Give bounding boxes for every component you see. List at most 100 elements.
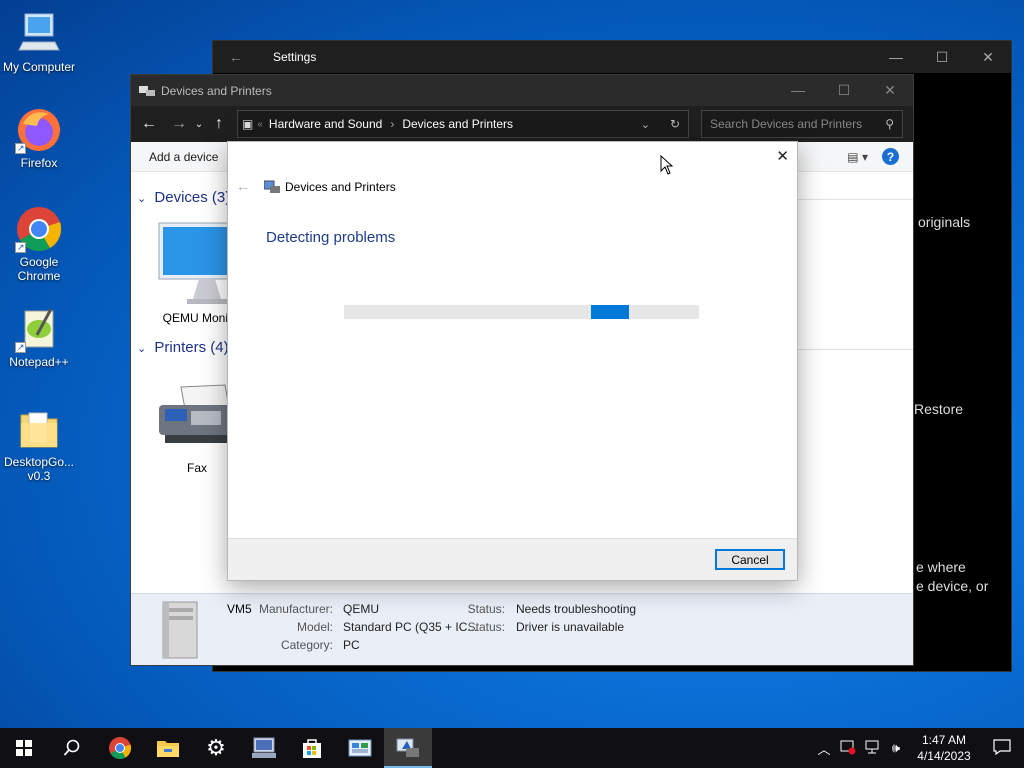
manufacturer-value: QEMU [343,602,379,616]
breadcrumb-devices-and-printers[interactable]: Devices and Printers [402,117,513,131]
shortcut-arrow-icon [15,141,26,155]
cancel-button[interactable]: Cancel [715,549,785,570]
status-value: Driver is unavailable [516,620,625,634]
search-input[interactable]: Search Devices and Printers ⚲ [701,110,903,138]
shortcut-arrow-icon [15,340,26,354]
search-icon [63,739,80,756]
file-explorer-icon [157,741,179,757]
show-hidden-icons-chevron-icon[interactable]: ︿ [812,739,836,758]
settings-text-fragment: originals [918,214,971,230]
breadcrumb-hardware-and-sound[interactable]: Hardware and Sound [269,117,382,131]
desktop-icon-label: Google Chrome [17,255,61,283]
settings-text-fragment: e device, or [916,578,989,594]
address-bar[interactable]: ▣ « Hardware and Sound › Devices and Pri… [237,110,689,138]
windows-logo-icon [16,740,32,756]
recent-locations-chevron-icon[interactable]: ⌄ [191,119,207,130]
settings-text-fragment: e where [916,559,966,575]
minimize-button[interactable]: — [873,49,919,66]
window-title: Devices and Printers [161,83,272,98]
clock-date: 4/14/2023 [917,749,971,763]
notepadpp-icon [15,305,63,354]
settings-title: Settings [273,50,317,64]
taskbar-settings[interactable]: ⚙ [192,728,240,768]
back-arrow-icon[interactable]: ← [236,178,250,194]
start-button[interactable] [0,728,48,768]
address-overflow-icon[interactable]: « [257,119,263,130]
category-label: Category: [280,638,333,652]
progress-bar [344,305,699,319]
notifications-icon[interactable] [980,738,1024,758]
shortcut-arrow-icon [15,240,26,254]
desktop-icon-label: DesktopGo... v0.3 [3,455,75,483]
status-label: Status: [467,620,505,634]
devices-group-label: Devices (3) [154,189,231,206]
model-label: Model: [296,620,333,634]
add-device-button[interactable]: Add a device [149,150,218,164]
status-label: Status: [467,602,505,616]
printers-group-label: Printers (4) [154,339,229,356]
settings-text-fragment: Restore [914,401,964,417]
chrome-icon [109,737,132,759]
device-name: VM5 [227,602,252,616]
devices-printers-icon: ▣ [242,117,254,131]
view-options-icon[interactable]: ▤ ▾ [847,150,868,164]
dialog-header: Devices and Printers [285,180,396,194]
devices-printers-icon [139,84,155,98]
desktop-icon-google-chrome[interactable]: Google Chrome [0,205,78,283]
volume-icon[interactable]: 🕪 [884,740,908,756]
desktop-icon-my-computer[interactable]: My Computer [0,10,78,74]
close-icon[interactable]: ✕ [776,147,789,165]
help-icon[interactable]: ? [882,148,899,165]
taskbar-network-app[interactable] [240,728,288,768]
refresh-icon[interactable]: ↻ [670,117,680,131]
network-icon[interactable] [860,739,884,758]
taskbar: ⚙ ︿ 🕪 1:47 AM 4/14/2023 [0,728,1024,768]
chevron-down-icon: ⌄ [137,343,147,355]
control-panel-icon [348,739,372,757]
address-dropdown-icon[interactable]: ⌄ [641,118,650,131]
printers-group-header[interactable]: ⌄ Printers (4) [137,339,229,356]
desktop-icon-label: Notepad++ [9,355,69,369]
security-alert-icon[interactable] [836,739,860,758]
desktop-icon-notepadpp[interactable]: Notepad++ [0,305,78,369]
taskbar-chrome[interactable] [96,728,144,768]
manufacturer-label: Manufacturer: [258,602,333,616]
system-tray: ︿ 🕪 1:47 AM 4/14/2023 [812,728,1024,768]
taskbar-store[interactable] [288,728,336,768]
forward-arrow-icon[interactable]: → [167,115,191,133]
folder-icon [15,405,63,453]
devices-printers-icon [263,180,280,197]
search-button[interactable] [48,728,96,768]
progress-indicator [591,305,629,319]
breadcrumb-separator-icon: › [390,117,395,131]
back-arrow-icon[interactable]: ← [213,49,259,65]
close-button[interactable]: ✕ [867,82,913,99]
clock[interactable]: 1:47 AM 4/14/2023 [908,732,980,764]
maximize-button[interactable]: ☐ [821,82,867,99]
devices-printers-icon [396,738,419,757]
category-value: PC [343,638,360,652]
chrome-icon [15,205,63,254]
up-arrow-icon[interactable]: ↑ [207,115,231,133]
troubleshooter-dialog: ✕ ← Devices and Printers Detecting probl… [227,141,798,581]
close-button[interactable]: ✕ [965,49,1011,66]
desktop-icon-label: My Computer [2,60,76,74]
clock-time: 1:47 AM [921,733,967,747]
settings-titlebar: ← Settings — ☐ ✕ [213,41,1011,73]
store-icon [303,739,321,758]
desktop-icon-firefox[interactable]: Firefox [0,106,78,170]
minimize-button[interactable]: — [775,82,821,99]
taskbar-file-explorer[interactable] [144,728,192,768]
taskbar-control-panel[interactable] [336,728,384,768]
search-icon: ⚲ [885,117,894,131]
gear-icon: ⚙ [206,735,226,760]
network-monitor-icon [252,737,276,758]
desktop-icon-desktopgo[interactable]: DesktopGo... v0.3 [0,405,78,483]
taskbar-devices-and-printers[interactable] [384,728,432,768]
details-pane: VM5 Manufacturer: QEMU Model: Standard P… [131,593,913,665]
maximize-button[interactable]: ☐ [919,49,965,66]
devices-group-header[interactable]: ⌄ Devices (3) [137,189,230,206]
status-value: Needs troubleshooting [516,602,637,616]
back-arrow-icon[interactable]: ← [137,115,161,133]
navigation-bar: ← → ⌄ ↑ ▣ « Hardware and Sound › Devices… [131,106,913,142]
